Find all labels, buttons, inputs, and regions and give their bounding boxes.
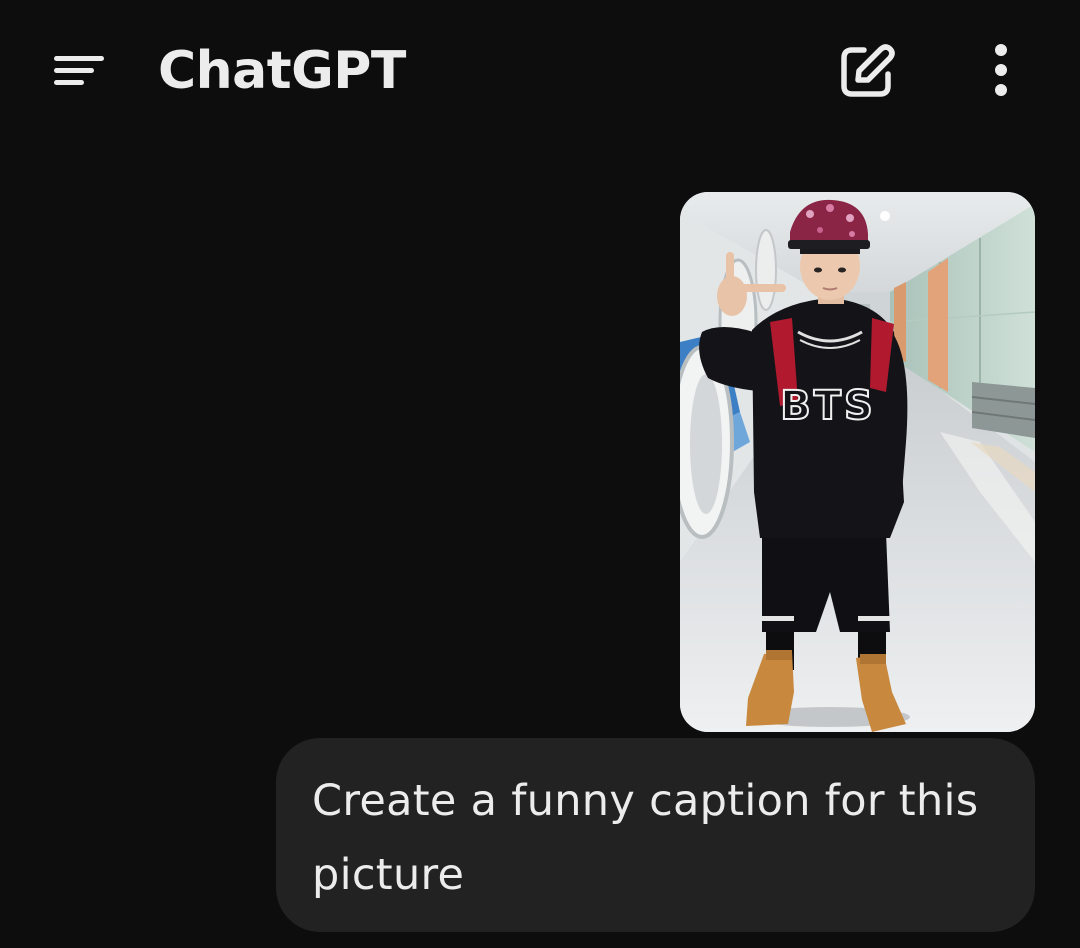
user-message-bubble[interactable]: Create a funny caption for this picture [276, 738, 1035, 932]
new-chat-button[interactable] [830, 38, 902, 104]
shirt-print-text: BTS [780, 383, 876, 429]
attached-photo[interactable]: BTS [680, 192, 1035, 732]
user-message-text: Create a funny caption for this picture [312, 776, 979, 900]
app-title[interactable]: ChatGPT [158, 36, 406, 106]
sidebar-menu-button[interactable] [40, 38, 118, 102]
pencil-square-icon [841, 44, 895, 97]
photo-illustration: BTS [680, 192, 1035, 732]
more-options-button[interactable] [975, 38, 1027, 104]
app-bar: ChatGPT [0, 0, 1080, 140]
